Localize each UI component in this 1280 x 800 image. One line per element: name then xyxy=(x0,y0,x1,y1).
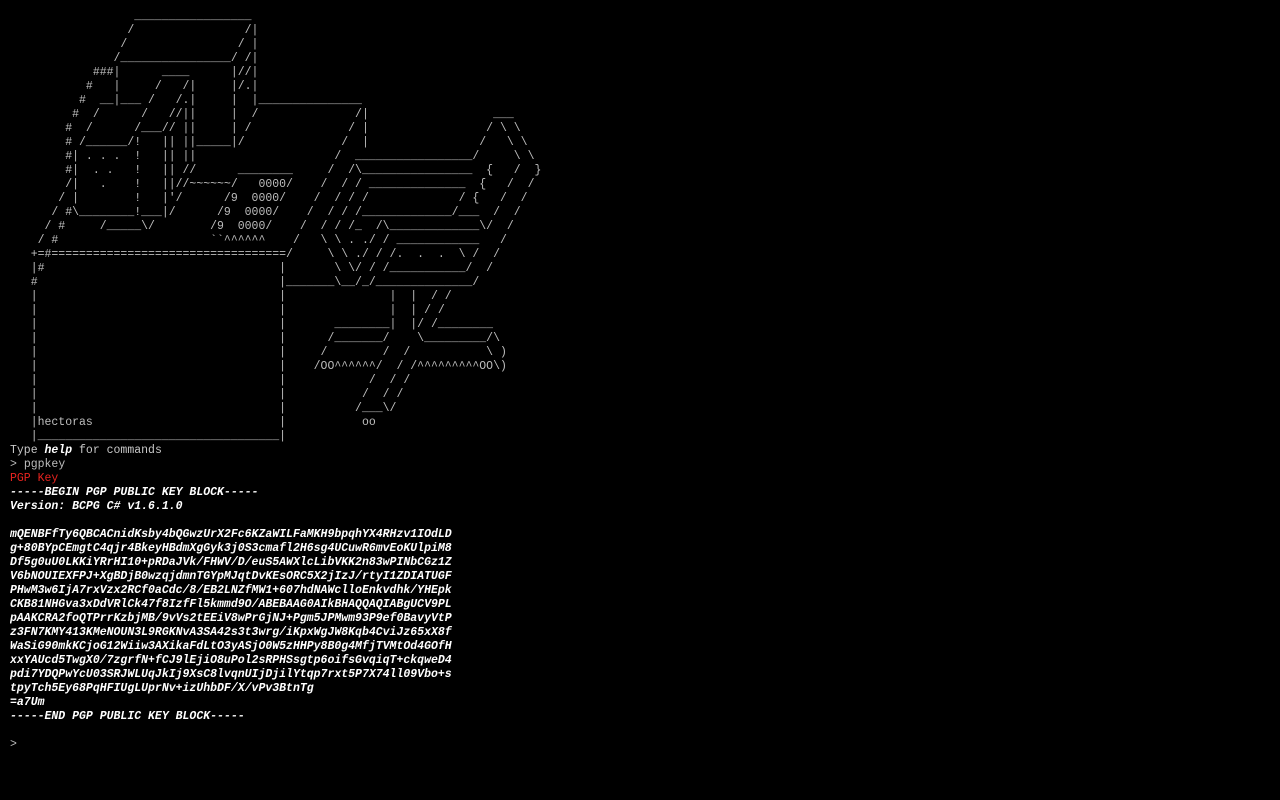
ascii-art-line: | | /___\/ xyxy=(10,402,397,415)
ascii-art-line: #| . . . ! || || / _________________/ \ … xyxy=(10,150,535,163)
pgp-key-line: Df5g0uU0LKKiYRrHI10+pRDaJVk/FHWV/D/euS5A… xyxy=(10,556,452,569)
ascii-art-line: # / /___// || | / / | / \ \ xyxy=(10,122,521,135)
ascii-art-line: # __|___ / /.| | |_______________ xyxy=(10,94,362,107)
input-prompt-symbol: > xyxy=(10,738,17,751)
pgp-key-line: mQENBFfTy6QBCACnidKsby4bQGwzUrX2Fc6KZaWI… xyxy=(10,528,452,541)
ascii-art-line: #| . . ! || // ________ / /\____________… xyxy=(10,164,542,177)
help-hint-prefix: Type xyxy=(10,444,45,457)
pgp-key-line: pAAKCRA2foQTPrrKzbjMB/9vVs2tEEiV8wPrGjNJ… xyxy=(10,612,452,625)
pgp-key-line: -----END PGP PUBLIC KEY BLOCK----- xyxy=(10,710,245,723)
ascii-art-line: # | / /| |/.| xyxy=(10,80,259,93)
ascii-art-line: | | / / / \ ) xyxy=(10,346,507,359)
pgp-key-line xyxy=(10,514,1270,528)
ascii-art-line: / /| xyxy=(10,24,259,37)
ascii-art-line: / / | xyxy=(10,38,259,51)
ascii-art-line: / # ``^^^^^^ / \ \ . ./ / ____________ / xyxy=(10,234,507,247)
input-line[interactable]: > xyxy=(10,738,1270,752)
pgp-key-line: xxYAUcd5TwgX0/7zgrfN+fCJ9lEjiO8uPol2sRPH… xyxy=(10,654,452,667)
ascii-art-line: | | / / / xyxy=(10,388,404,401)
pgp-key-block: -----BEGIN PGP PUBLIC KEY BLOCK----- Vers… xyxy=(10,486,1270,724)
pgp-key-line: tpyTch5Ey68PqHFIUgLUprNv+izUhbDF/X/vPv3B… xyxy=(10,682,314,695)
output-title: PGP Key xyxy=(10,472,59,485)
ascii-art-line: / # /_____\/ /9 0000/ / / / /_ /\_______… xyxy=(10,220,514,233)
help-hint: Type help for commands xyxy=(10,444,1270,458)
command-prompt-symbol: > xyxy=(10,458,24,471)
ascii-art-line: ###| ____ |//| xyxy=(10,66,259,79)
ascii-art-line: | | ________| |/ /________ xyxy=(10,318,494,331)
ascii-art-line: / #\________!___|/ /9 0000/ / / / /_____… xyxy=(10,206,521,219)
help-hint-suffix: for commands xyxy=(72,444,162,457)
pgp-key-line: =a7Um xyxy=(10,696,45,709)
ascii-art-line: # / / //|| | / /| ___ xyxy=(10,108,514,121)
pgp-key-line: Version: BCPG C# v1.6.1.0 xyxy=(10,500,183,513)
ascii-art-line: | | | | / / xyxy=(10,304,445,317)
command-input[interactable] xyxy=(16,738,1124,752)
ascii-art-line: | | | | / / xyxy=(10,290,452,303)
pgp-key-line: -----BEGIN PGP PUBLIC KEY BLOCK----- xyxy=(10,486,259,499)
pgp-key-line: V6bNOUIEXFPJ+XgBDjB0wzqjdmnTGYpMJqtDvKEs… xyxy=(10,570,452,583)
ascii-art-line: |# | \ \/ / /___________/ / xyxy=(10,262,494,275)
ascii-art-line: | | / / / xyxy=(10,374,411,387)
ascii-art-banner: _________________ / /| / / | /__________… xyxy=(10,10,1270,444)
pgp-key-line: CKB81NHGva3xDdVRlCk47f8IzfFl5kmmd9O/ABEB… xyxy=(10,598,452,611)
ascii-art-line: | | /_______/ \_________/\ xyxy=(10,332,500,345)
ascii-art-line: /| . ! ||//~~~~~~/ 0000/ / / / _________… xyxy=(10,178,535,191)
ascii-art-line: _________________ xyxy=(10,10,252,23)
help-keyword: help xyxy=(44,444,73,457)
ascii-art-line: # /______/! || ||_____|/ / | / \ \ xyxy=(10,136,528,149)
ascii-art-line: |hectoras | oo xyxy=(10,416,376,429)
pgp-key-line: g+80BYpCEmgtC4qjr4BkeyHBdmXgGyk3j0S3cmaf… xyxy=(10,542,452,555)
ascii-art-line: +=#==================================/ \… xyxy=(10,248,500,261)
command-entered: pgpkey xyxy=(23,458,66,471)
pgp-key-line: WaSiG90mkKCjoG12Wiiw3AXikaFdLtO3yASjO0W5… xyxy=(10,640,452,653)
ascii-art-line: | | /OO^^^^^^/ / /^^^^^^^^^OO\) xyxy=(10,360,507,373)
command-echo: > pgpkey xyxy=(10,458,1270,472)
terminal-window[interactable]: _________________ / /| / / | /__________… xyxy=(10,10,1270,790)
pgp-key-line: z3FN7KMY413KMeNOUN3L9RGKNvA3SA42s3t3wrg/… xyxy=(10,626,452,639)
pgp-key-line: PHwM3w6IjA7rxVzx2RCf0aCdc/8/EB2LNZfMW1+6… xyxy=(10,584,452,597)
pgp-key-line: pdi7YDQPwYcU03SRJWLUqJkIj9XsC8lvqnUIjDji… xyxy=(10,668,452,681)
ascii-art-line: # |_______\__/_/______________/ xyxy=(10,276,480,289)
ascii-art-line: /________________/ /| xyxy=(10,52,259,65)
ascii-art-line: / | ! |'/ /9 0000/ / / / / / { / / xyxy=(10,192,528,205)
ascii-art-line: |___________________________________| xyxy=(10,430,287,443)
